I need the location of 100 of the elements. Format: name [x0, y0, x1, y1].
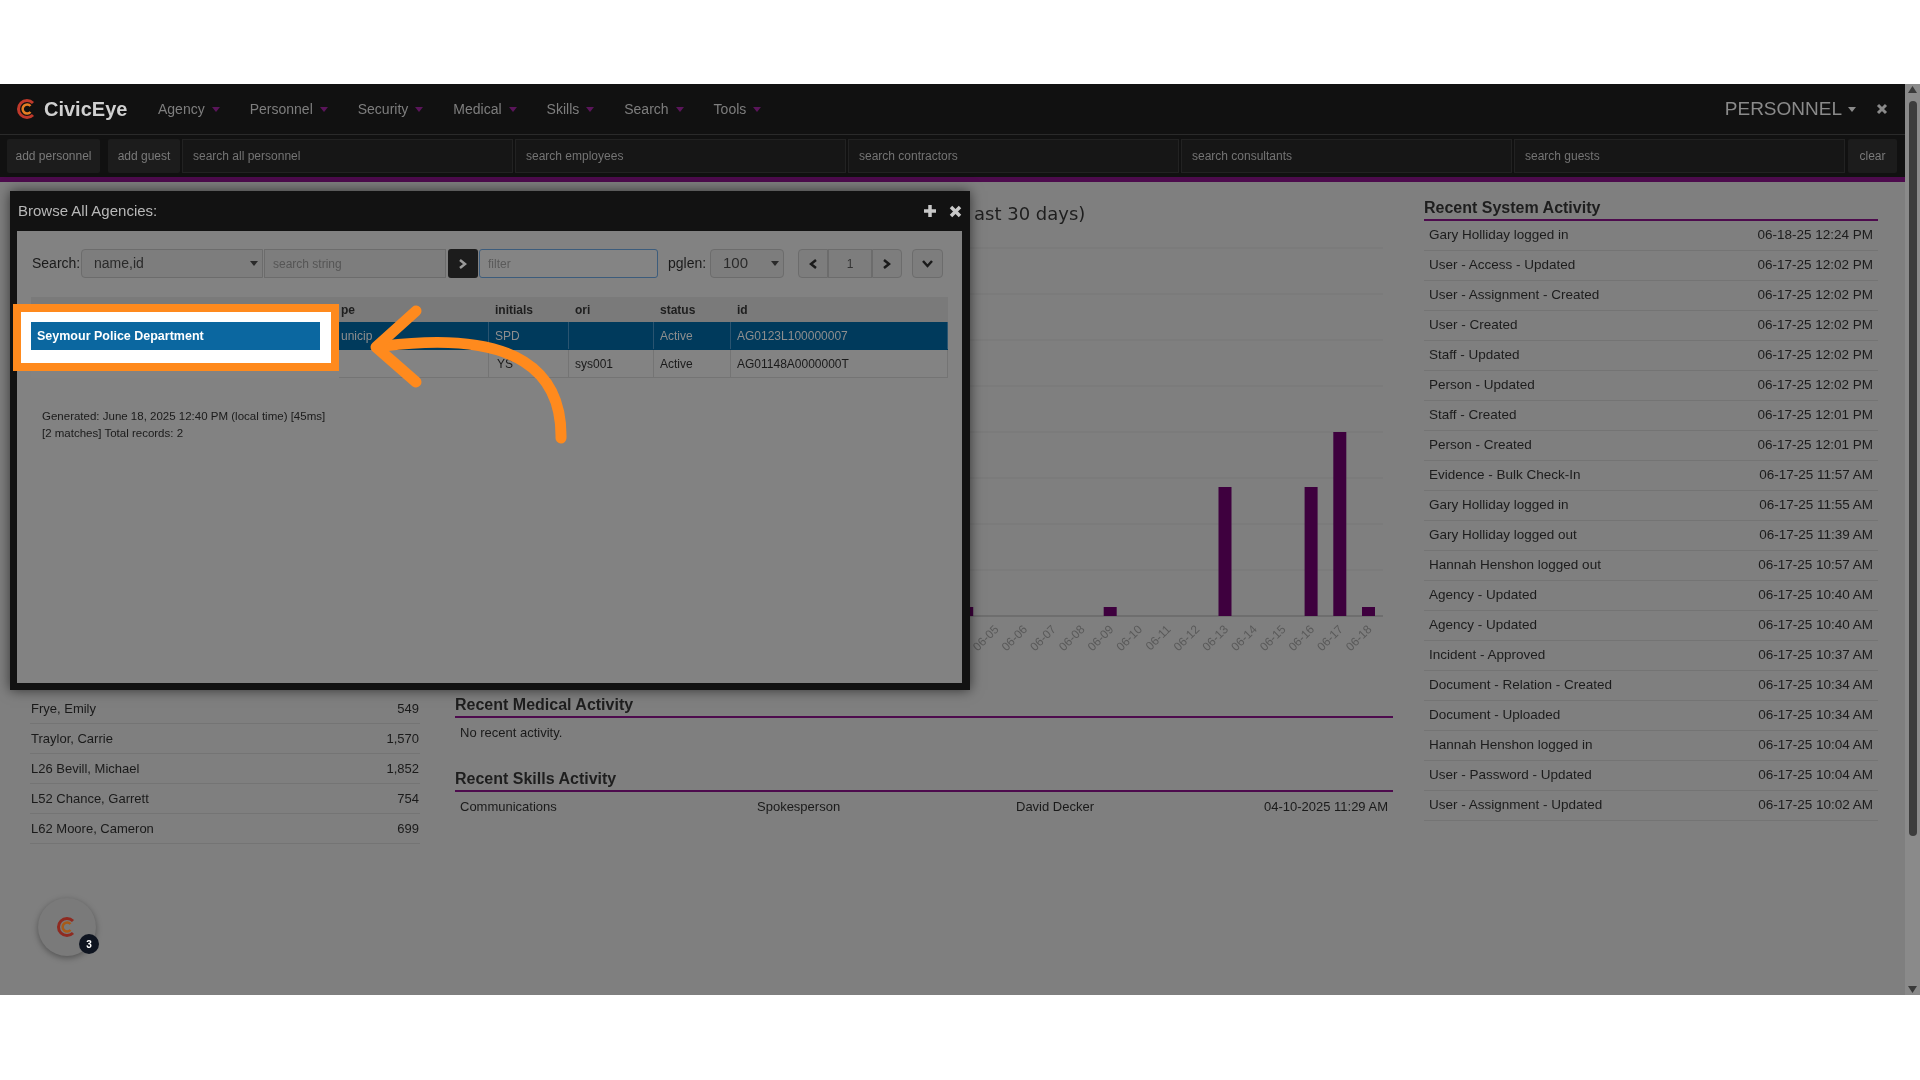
dialog-title: Browse All Agencies: — [18, 200, 158, 221]
activity-time: 06-17-25 10:04 AM — [1758, 736, 1873, 755]
page-number-field[interactable]: 1 — [828, 249, 872, 278]
empty-message: No recent activity. — [459, 724, 564, 743]
skill-name: Communications — [460, 798, 558, 817]
activity-time: 06-17-25 12:02 PM — [1757, 256, 1873, 275]
nav-menu[interactable]: Medical — [453, 98, 517, 120]
chevron-down-icon — [922, 259, 933, 268]
activity-time: 06-17-25 12:02 PM — [1757, 316, 1873, 335]
activity-event: Staff - Created — [1429, 406, 1517, 425]
count-value: 699 — [397, 819, 419, 838]
activity-event: Hannah Henshon logged in — [1429, 736, 1593, 755]
activity-event: Document - Relation - Created — [1429, 676, 1613, 695]
person-name: L26 Bevill, Michael — [31, 759, 140, 778]
nav-menu[interactable]: Skills — [546, 98, 595, 120]
previous-page-button[interactable] — [798, 249, 828, 278]
caret-icon — [250, 261, 258, 266]
activity-time: 06-17-25 11:55 AM — [1759, 496, 1873, 515]
search-by-select[interactable]: name,id — [81, 249, 263, 278]
column-header[interactable]: id — [737, 300, 748, 319]
close-icon[interactable] — [1876, 103, 1888, 115]
search-field[interactable]: search contractors — [848, 139, 1179, 173]
search-field[interactable]: search consultants — [1181, 139, 1512, 173]
section-heading: Recent Medical Activity — [455, 694, 1393, 718]
table-cell-text: AG0123L100000007 — [737, 327, 848, 345]
activity-time: 06-17-25 10:04 AM — [1758, 766, 1873, 785]
caret-icon — [675, 106, 684, 112]
activity-event: Gary Holliday logged in — [1429, 496, 1569, 515]
search-field[interactable]: search employees — [515, 139, 846, 173]
caret-icon — [771, 261, 779, 266]
activity-event: Person - Updated — [1429, 376, 1535, 395]
nav-menu[interactable]: Tools — [713, 98, 762, 120]
table-cell-text: unicip — [341, 327, 373, 345]
activity-time: 06-17-25 12:02 PM — [1757, 346, 1873, 365]
page-length-select[interactable]: 100 — [710, 249, 784, 278]
nav-menu[interactable]: Security — [357, 98, 424, 120]
table-cell-text: Active — [660, 355, 693, 373]
go-button[interactable] — [448, 249, 478, 278]
activity-event: Document - Uploaded — [1429, 706, 1561, 725]
column-header[interactable]: initials — [495, 300, 533, 319]
nav-menu[interactable]: Personnel — [249, 98, 328, 120]
count-value: 549 — [397, 699, 419, 718]
chevron-left-icon — [809, 258, 817, 269]
count-value: 1,570 — [386, 729, 419, 748]
activity-time: 06-17-25 10:34 AM — [1758, 706, 1873, 725]
activity-time: 06-17-25 10:34 AM — [1758, 676, 1873, 695]
nav-menu[interactable]: Agency — [158, 98, 220, 120]
next-page-button[interactable] — [872, 249, 902, 278]
activity-time: 06-17-25 12:02 PM — [1757, 286, 1873, 305]
activity-event: User - Assignment - Updated — [1429, 796, 1603, 815]
caret-icon — [211, 106, 220, 112]
notification-badge: 3 — [79, 934, 99, 954]
section-heading: Recent System Activity — [1424, 197, 1878, 221]
activity-time: 06-17-25 11:57 AM — [1759, 466, 1873, 485]
person-name: Frye, Emily — [31, 699, 96, 718]
search-field[interactable]: search all personnel — [182, 139, 513, 173]
activity-event: User - Password - Updated — [1429, 766, 1592, 785]
caret-icon — [1848, 106, 1856, 112]
table-cell-text: SPD — [495, 327, 520, 345]
table-row[interactable]: unicip SPD Active AG0123L100000007 — [339, 322, 948, 350]
expand-button[interactable] — [912, 249, 943, 278]
help-button[interactable] — [38, 898, 96, 956]
activity-event: Gary Holliday logged in — [1429, 226, 1569, 245]
activity-event: Gary Holliday logged out — [1429, 526, 1577, 545]
activity-time: 06-18-25 12:24 PM — [1757, 226, 1873, 245]
activity-time: 06-17-25 12:02 PM — [1757, 376, 1873, 395]
activity-event: Person - Created — [1429, 436, 1532, 455]
activity-event: Hannah Henshon logged out — [1429, 556, 1601, 575]
person-name: Traylor, Carrie — [31, 729, 113, 748]
activity-time: 06-17-25 12:01 PM — [1757, 436, 1873, 455]
scroll-down-icon[interactable] — [1908, 986, 1917, 993]
toolbar-button[interactable]: add personnel — [7, 139, 100, 173]
caret-icon — [319, 106, 328, 112]
column-header[interactable]: status — [660, 300, 696, 319]
person-name: L62 Moore, Cameron — [31, 819, 154, 838]
table-cell: Seymour Police Department — [31, 322, 320, 350]
person-name: David Decker — [1016, 798, 1096, 817]
activity-time: 06-17-25 10:02 AM — [1758, 796, 1873, 815]
activity-event: Staff - Updated — [1429, 346, 1520, 365]
table-cell-text: AG01148A0000000T — [737, 355, 849, 373]
count-value: 1,852 — [386, 759, 419, 778]
count-value: 754 — [397, 789, 419, 808]
plus-icon[interactable] — [923, 204, 937, 218]
activity-time: 06-17-25 10:37 AM — [1758, 646, 1873, 665]
scrollbar-thumb[interactable] — [1908, 101, 1917, 836]
person-name: L52 Chance, Garrett — [31, 789, 149, 808]
skill-role: Spokesperson — [757, 798, 842, 817]
clear-button[interactable]: clear — [1848, 139, 1897, 173]
page-length-label: pglen: — [668, 254, 708, 273]
chevron-right-icon — [883, 258, 891, 269]
module-menu[interactable]: PERSONNEL — [1724, 94, 1856, 124]
column-header[interactable]: ori — [575, 300, 591, 319]
scroll-up-icon[interactable] — [1908, 86, 1917, 93]
caret-icon — [508, 106, 517, 112]
close-icon[interactable] — [949, 204, 962, 218]
activity-time: 06-17-25 11:39 AM — [1759, 526, 1873, 545]
toolbar-button[interactable]: add guest — [108, 139, 180, 173]
nav-menu[interactable]: Search — [624, 98, 684, 120]
column-header[interactable]: pe — [341, 300, 355, 319]
search-field[interactable]: search guests — [1514, 139, 1845, 173]
